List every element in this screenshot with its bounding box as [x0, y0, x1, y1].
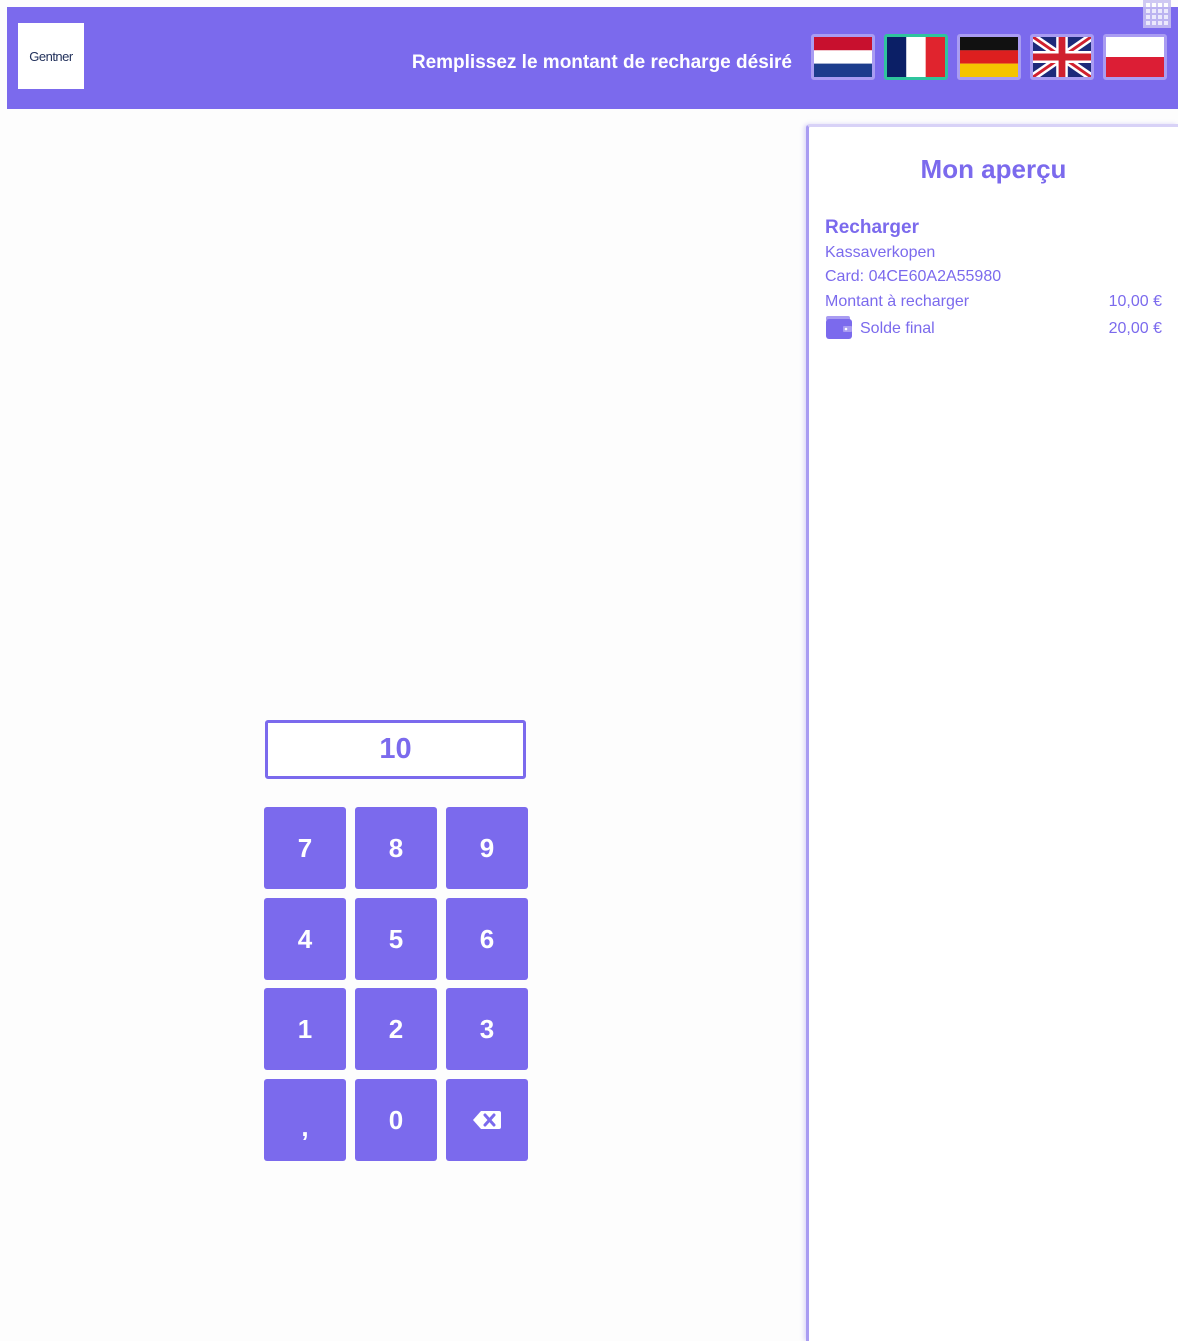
recharge-amount-value: 10,00 € [1108, 293, 1162, 310]
gentner-logo: Gentner [18, 23, 84, 89]
key-comma[interactable]: , [264, 1079, 346, 1161]
grid-icon[interactable] [1143, 0, 1171, 28]
key-4[interactable]: 4 [264, 898, 346, 980]
final-balance-value: 20,00 € [1108, 320, 1162, 337]
backspace-button[interactable] [446, 1079, 528, 1161]
dutch-flag-icon[interactable] [811, 34, 875, 80]
key-2[interactable]: 2 [355, 988, 437, 1070]
final-balance-label: Solde final [860, 320, 935, 337]
key-7[interactable]: 7 [264, 807, 346, 889]
key-9[interactable]: 9 [446, 807, 528, 889]
transaction-type: Kassaverkopen [825, 244, 936, 261]
amount-input[interactable]: 10 [265, 720, 526, 779]
key-0[interactable]: 0 [355, 1079, 437, 1161]
page-title: Remplissez le montant de recharge désiré [411, 52, 792, 73]
page: Gentner Remplissez le montant de recharg… [0, 0, 1178, 1341]
key-6[interactable]: 6 [446, 898, 528, 980]
card-number: Card: 04CE60A2A55980 [825, 268, 1002, 285]
uk-flag-icon[interactable] [1030, 34, 1094, 80]
key-1[interactable]: 1 [264, 988, 346, 1070]
overview-panel: Mon aperçu Recharger Kassaverkopen Card:… [806, 124, 1178, 1341]
wallet-icon [826, 316, 852, 339]
recharge-amount-label: Montant à recharger [825, 293, 970, 310]
french-flag-icon[interactable] [884, 34, 948, 80]
section-title: Recharger [825, 217, 919, 238]
backspace-icon [473, 1111, 501, 1129]
german-flag-icon[interactable] [957, 34, 1021, 80]
polish-flag-icon[interactable] [1103, 34, 1167, 80]
key-8[interactable]: 8 [355, 807, 437, 889]
overview-title: Mon aperçu [920, 154, 1067, 184]
key-5[interactable]: 5 [355, 898, 437, 980]
header-bar: Gentner Remplissez le montant de recharg… [7, 7, 1178, 109]
key-3[interactable]: 3 [446, 988, 528, 1070]
